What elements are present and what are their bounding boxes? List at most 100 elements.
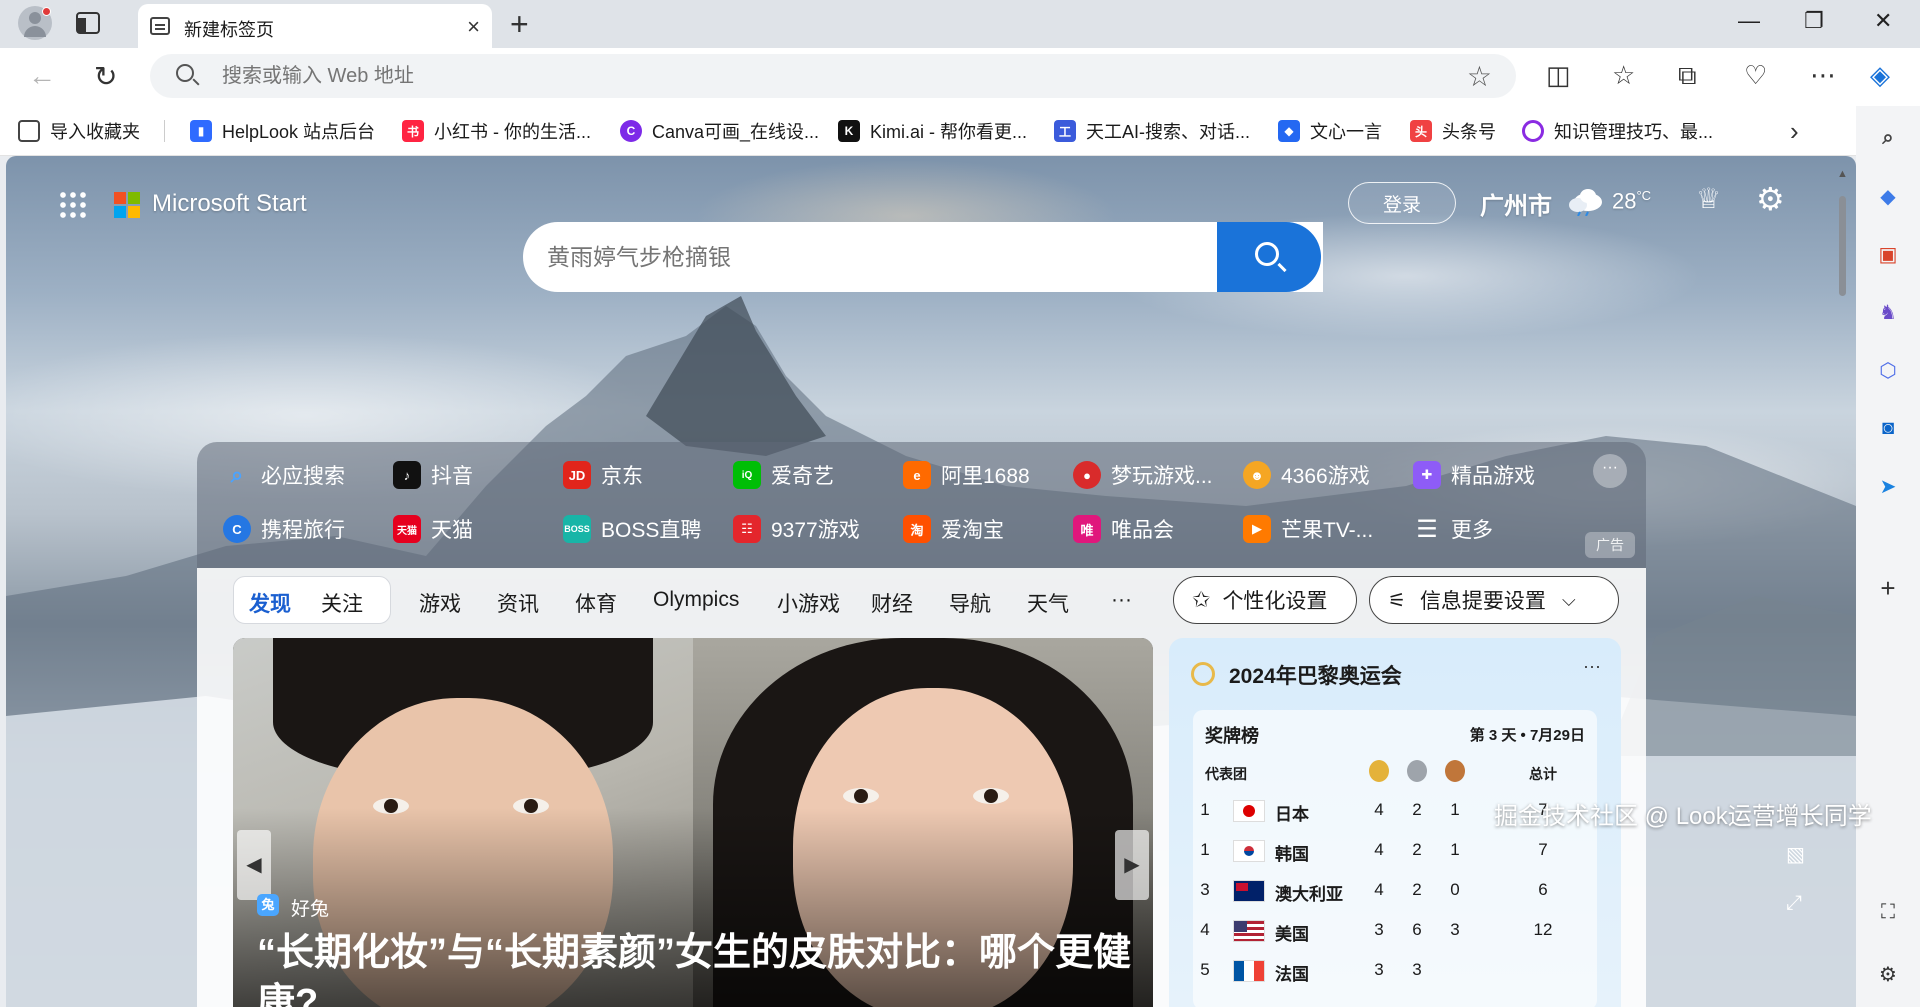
copilot-icon[interactable]: ◈ xyxy=(1870,60,1890,91)
chevron-right-icon[interactable]: › xyxy=(1790,116,1799,147)
scroll-up-icon[interactable]: ▲ xyxy=(1837,168,1848,180)
temperature[interactable]: 28°C xyxy=(1612,188,1651,214)
sidebar-games-icon[interactable]: ♞ xyxy=(1872,296,1904,328)
sidebar-copilot-icon[interactable]: ⬡ xyxy=(1872,354,1904,386)
close-tab-button[interactable]: × xyxy=(467,14,480,40)
cloudy-weather-icon[interactable] xyxy=(1566,186,1606,216)
carousel-prev-button[interactable]: ◀ xyxy=(237,830,271,900)
favorites-icon[interactable]: ☆ xyxy=(1612,60,1635,91)
quick-link-label: 必应搜索 xyxy=(261,465,345,488)
favorite-xiaohongshu[interactable]: 书 小红书 - 你的生活... xyxy=(402,118,591,144)
feed-settings-button[interactable]: ⚟ 信息提要设置 ⌵ xyxy=(1369,576,1619,624)
quick-link-9377[interactable]: ☷ 9377游戏 xyxy=(733,512,860,546)
quick-link-mengwan[interactable]: ● 梦玩游戏... xyxy=(1073,458,1213,492)
login-button[interactable]: 登录 xyxy=(1348,182,1456,224)
sidebar-send-icon[interactable]: ➤ xyxy=(1872,470,1904,502)
sidebar-outlook-icon[interactable]: ◙ xyxy=(1872,412,1904,444)
favorite-knowledge[interactable]: 知识管理技巧、最... xyxy=(1522,118,1713,144)
knowledge-icon xyxy=(1522,120,1544,142)
tab-mini-games[interactable]: 小游戏 xyxy=(777,588,840,618)
tab-navigation[interactable]: 导航 xyxy=(949,588,991,618)
tab-actions-icon[interactable] xyxy=(76,12,100,34)
web-search-input[interactable] xyxy=(547,222,1307,292)
sidebar-settings-icon[interactable]: ⚙ xyxy=(1872,958,1904,990)
quick-links-more-icon[interactable]: ··· xyxy=(1593,454,1627,488)
favorite-kimi[interactable]: K Kimi.ai - 帮你看更... xyxy=(838,118,1027,144)
quick-link-boss[interactable]: BOSS BOSS直聘 xyxy=(563,512,701,546)
card-more-icon[interactable]: ··· xyxy=(1583,656,1601,677)
background-image-icon[interactable]: ▧ xyxy=(1786,842,1805,867)
app-launcher-icon[interactable] xyxy=(58,190,86,218)
gold-count: 3 xyxy=(1374,920,1384,939)
medal-row[interactable]: 4 美国 3 6 3 12 xyxy=(1193,916,1597,946)
tab-news[interactable]: 资讯 xyxy=(497,588,539,618)
restore-button[interactable]: ❐ xyxy=(1804,8,1824,34)
medal-row[interactable]: 1 韩国 4 2 1 7 xyxy=(1193,836,1597,866)
more-menu-icon[interactable]: ⋯ xyxy=(1810,60,1836,91)
personalize-button[interactable]: ✩ 个性化设置 xyxy=(1173,576,1357,624)
quick-link-ctrip[interactable]: C 携程旅行 xyxy=(223,512,345,546)
tab-finance[interactable]: 财经 xyxy=(871,588,913,618)
quick-link-tmall[interactable]: 天猫 天猫 xyxy=(393,512,473,546)
news-source[interactable]: 好兔 xyxy=(291,894,329,921)
split-screen-icon[interactable]: ◫ xyxy=(1546,60,1571,91)
quick-link-4366[interactable]: ☻ 4366游戏 xyxy=(1243,458,1370,492)
favorite-tiangong[interactable]: 工 天工AI-搜索、对话... xyxy=(1054,118,1250,144)
web-search-button[interactable] xyxy=(1217,222,1321,292)
tab-discover[interactable]: 发现 xyxy=(249,588,291,618)
sidebar-tools-icon[interactable]: ▣ xyxy=(1872,238,1904,270)
favorite-wenxin[interactable]: ◆ 文心一言 xyxy=(1278,118,1382,144)
quick-link-aitaobao[interactable]: 淘爱淘宝 xyxy=(903,512,1004,546)
favorite-import[interactable]: 导入收藏夹 xyxy=(18,118,140,144)
sidebar-shopping-icon[interactable]: ◆ xyxy=(1872,180,1904,212)
tab-more[interactable]: ··· xyxy=(1111,588,1132,612)
close-window-button[interactable]: ✕ xyxy=(1874,8,1892,34)
medal-row[interactable]: 3 澳大利亚 4 2 0 6 xyxy=(1193,876,1597,906)
tiangong-icon: 工 xyxy=(1054,120,1076,142)
tab-sports[interactable]: 体育 xyxy=(575,588,617,618)
quick-link-1688[interactable]: e 阿里1688 xyxy=(903,458,1030,492)
brand-name[interactable]: Microsoft Start xyxy=(152,190,307,218)
trophy-icon[interactable]: ♕ xyxy=(1696,182,1721,215)
tab-olympics[interactable]: Olympics xyxy=(653,588,739,612)
address-bar[interactable]: ☆ xyxy=(150,54,1516,98)
favorite-toutiao[interactable]: 头 头条号 xyxy=(1410,118,1496,144)
quick-link-iqiyi[interactable]: iQ 爱奇艺 xyxy=(733,458,834,492)
expand-icon[interactable]: ⤢ xyxy=(1786,892,1802,915)
favorite-canva[interactable]: C Canva可画_在线设... xyxy=(620,118,819,144)
quick-link-mango[interactable]: ▶ 芒果TV-... xyxy=(1243,512,1373,546)
tab-new-tab[interactable]: 新建标签页 × xyxy=(138,4,492,48)
tab-games[interactable]: 游戏 xyxy=(419,588,461,618)
scroll-thumb[interactable] xyxy=(1839,196,1846,296)
quick-link-jingpin[interactable]: ✚ 精品游戏 xyxy=(1413,458,1535,492)
profile-avatar-icon[interactable] xyxy=(18,6,52,40)
carousel-next-button[interactable]: ▶ xyxy=(1115,830,1149,900)
quick-link-label: 天猫 xyxy=(431,519,473,542)
browser-essentials-icon[interactable]: ♡ xyxy=(1744,60,1767,91)
minimize-button[interactable]: — xyxy=(1738,8,1760,34)
weather-city[interactable]: 广州市 xyxy=(1480,186,1552,221)
favorite-helplook[interactable]: ▮ HelpLook 站点后台 xyxy=(190,118,375,144)
news-headline[interactable]: “长期化妆”与“长期素颜”女生的皮肤对比：哪个更健康? xyxy=(257,928,1137,1007)
quick-link-jd[interactable]: JD 京东 xyxy=(563,458,643,492)
address-input[interactable] xyxy=(222,54,1422,98)
new-tab-button[interactable]: + xyxy=(510,6,529,43)
page-scrollbar[interactable]: ▲ xyxy=(1836,168,1848,998)
quick-link-douyin[interactable]: ♪ 抖音 xyxy=(393,458,473,492)
quick-link-more[interactable]: ☰ 更多 xyxy=(1413,512,1493,546)
tab-weather[interactable]: 天气 xyxy=(1027,588,1069,618)
collections-icon[interactable]: ⧉ xyxy=(1678,60,1697,92)
tab-following[interactable]: 关注 xyxy=(321,588,363,618)
sidebar-search-icon[interactable]: ⌕ xyxy=(1872,122,1904,154)
refresh-icon[interactable]: ↻ xyxy=(94,60,117,93)
medal-row[interactable]: 5 法国 3 3 xyxy=(1193,956,1597,986)
sidebar-add-icon[interactable]: + xyxy=(1872,572,1904,604)
hero-news-card[interactable]: ◀ ▶ 兔 好兔 “长期化妆”与“长期素颜”女生的皮肤对比：哪个更健康? xyxy=(233,638,1153,1007)
olympics-title[interactable]: 2024年巴黎奥运会 xyxy=(1229,660,1402,690)
sidebar-screenshot-icon[interactable]: ⛶ xyxy=(1872,896,1904,928)
quick-link-vipshop[interactable]: 唯唯品会 xyxy=(1073,512,1174,546)
quick-link-bing[interactable]: ⌕ 必应搜索 xyxy=(223,458,345,492)
back-arrow-icon[interactable]: ← xyxy=(28,60,56,92)
gear-icon[interactable]: ⚙ xyxy=(1756,180,1785,218)
favorite-star-icon[interactable]: ☆ xyxy=(1467,60,1492,93)
